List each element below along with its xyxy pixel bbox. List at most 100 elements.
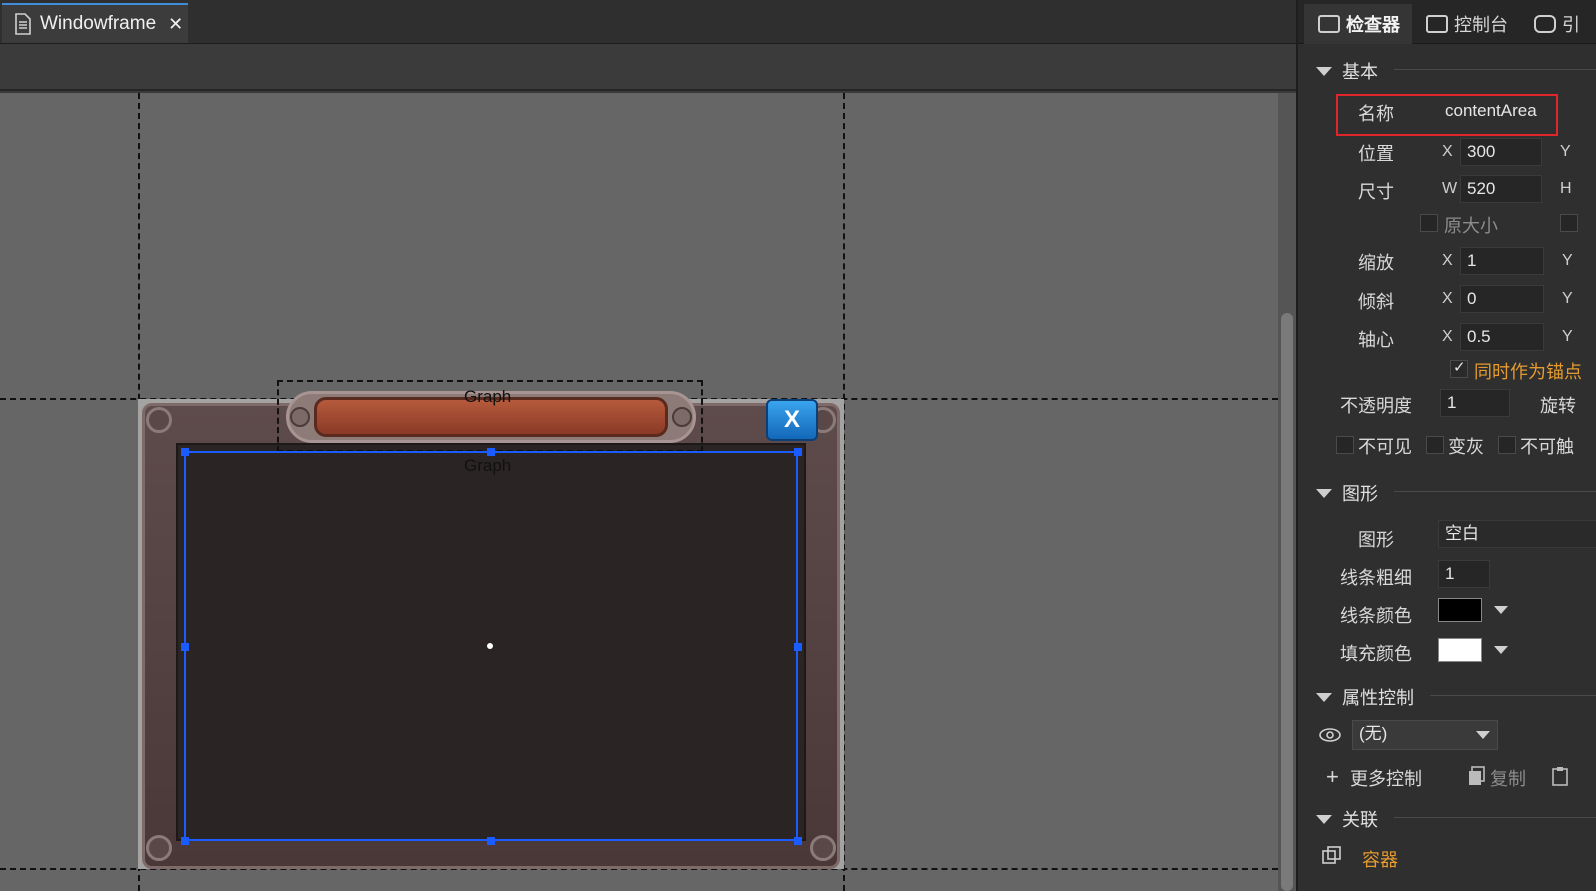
eye-icon[interactable] [1318, 726, 1342, 744]
relation-icon [1322, 846, 1341, 864]
container-link[interactable]: 容器 [1362, 846, 1398, 872]
section-title: 关联 [1342, 810, 1378, 830]
axis-label: H [1560, 180, 1572, 197]
shape-dropdown[interactable]: 空白 [1438, 520, 1596, 548]
pivot-label: 轴心 [1358, 330, 1394, 350]
pivot-point[interactable] [487, 643, 493, 649]
close-icon[interactable]: ✕ [168, 14, 183, 35]
anchor-label: 同时作为锚点 [1474, 362, 1582, 382]
chevron-down-icon[interactable] [1494, 646, 1508, 654]
tab-title: Windowframe [40, 13, 157, 34]
section-property-control[interactable]: 属性控制 [1316, 684, 1414, 710]
tab-reference[interactable]: 引 [1520, 4, 1596, 44]
inspector-panel: 检查器 控制台 引 基本 名称 contentArea 位置 X 300 Y 尺… [1296, 0, 1596, 891]
resize-handle-b[interactable] [487, 837, 495, 845]
corner-ornament [146, 835, 172, 861]
position-x-field[interactable]: 300 [1460, 138, 1542, 166]
fill-color-swatch[interactable] [1438, 638, 1482, 662]
reference-icon [1534, 15, 1556, 33]
section-graph[interactable]: 图形 [1316, 480, 1378, 506]
section-relation[interactable]: 关联 [1316, 806, 1378, 832]
axis-label: X [1442, 328, 1453, 345]
chevron-down-icon [1316, 66, 1332, 76]
corner-ornament [810, 835, 836, 861]
axis-label: Y [1562, 290, 1573, 307]
invisible-checkbox[interactable] [1336, 436, 1354, 454]
size-label: 尺寸 [1358, 182, 1394, 202]
rotation-label: 旋转 [1540, 396, 1576, 416]
original-size-checkbox[interactable] [1420, 214, 1438, 232]
document-icon [15, 13, 31, 35]
resize-handle-bl[interactable] [181, 837, 189, 845]
window-close-button[interactable]: X [766, 399, 818, 441]
skew-label: 倾斜 [1358, 292, 1394, 312]
line-width-label: 线条粗细 [1340, 568, 1412, 588]
opacity-field[interactable]: 1 [1440, 389, 1510, 417]
original-size-label: 原大小 [1444, 216, 1498, 236]
chevron-down-icon [1316, 814, 1332, 824]
inspector-tabbar: 检查器 控制台 引 [1298, 0, 1596, 44]
document-tabbar: Windowframe ✕ [0, 0, 1296, 44]
chevron-down-icon[interactable] [1494, 606, 1508, 614]
stage-canvas[interactable]: X Graph Graph [0, 93, 1278, 891]
untouchable-label: 不可触 [1520, 437, 1574, 457]
divider [1394, 69, 1596, 70]
divider [1430, 695, 1596, 696]
app-root: Windowframe ✕ X Graph Graph 检查器 控制台 引 基本… [0, 0, 1596, 891]
tab-inspector[interactable]: 检查器 [1304, 4, 1412, 44]
resize-handle-tr[interactable] [794, 448, 802, 456]
resize-handle-r[interactable] [794, 643, 802, 651]
section-basic[interactable]: 基本 [1316, 58, 1378, 84]
anchor-checkbox[interactable] [1450, 358, 1468, 378]
resize-handle-l[interactable] [181, 643, 189, 651]
divider [1394, 817, 1596, 818]
divider [1394, 491, 1596, 492]
axis-label: X [1442, 143, 1453, 160]
line-color-label: 线条颜色 [1340, 606, 1412, 626]
shape-label: 图形 [1358, 530, 1394, 550]
scale-label: 缩放 [1358, 253, 1394, 273]
copy-icon[interactable] [1468, 766, 1486, 786]
chevron-down-icon [1316, 488, 1332, 498]
opacity-label: 不透明度 [1340, 396, 1412, 416]
size-w-field[interactable]: 520 [1460, 175, 1542, 203]
paste-icon[interactable] [1552, 766, 1570, 786]
skew-x-field[interactable]: 0 [1460, 285, 1544, 313]
untouchable-checkbox[interactable] [1498, 436, 1516, 454]
console-icon [1426, 15, 1448, 33]
name-label: 名称 [1358, 104, 1394, 124]
tab-label: 控制台 [1454, 15, 1508, 35]
axis-label: X [1442, 290, 1453, 307]
resize-handle-tl[interactable] [181, 448, 189, 456]
section-title: 图形 [1342, 484, 1378, 504]
chevron-down-icon [1476, 731, 1490, 739]
keep-ratio-checkbox[interactable] [1560, 214, 1578, 232]
axis-label: X [1442, 252, 1453, 269]
axis-label: Y [1562, 252, 1573, 269]
canvas-scrollbar[interactable] [1278, 93, 1296, 891]
position-label: 位置 [1358, 144, 1394, 164]
line-width-field[interactable]: 1 [1438, 560, 1490, 588]
axis-label: W [1442, 180, 1458, 197]
tab-console[interactable]: 控制台 [1412, 4, 1520, 44]
copy-button[interactable]: 复制 [1490, 765, 1526, 791]
plus-icon[interactable]: + [1326, 764, 1339, 790]
invisible-label: 不可见 [1358, 437, 1412, 457]
scale-x-field[interactable]: 1 [1460, 247, 1544, 275]
editor-area: Windowframe ✕ X Graph Graph [0, 0, 1296, 891]
scrollbar-thumb[interactable] [1281, 313, 1293, 891]
gray-checkbox[interactable] [1426, 436, 1444, 454]
tab-windowframe[interactable]: Windowframe ✕ [2, 3, 188, 43]
resize-handle-t[interactable] [487, 448, 495, 456]
resize-handle-br[interactable] [794, 837, 802, 845]
fill-color-label: 填充颜色 [1340, 644, 1412, 664]
axis-label: Y [1560, 143, 1571, 160]
editor-toolbar [0, 45, 1296, 91]
section-title: 基本 [1342, 62, 1378, 82]
line-color-swatch[interactable] [1438, 598, 1482, 622]
tab-label: 引 [1562, 15, 1580, 35]
pivot-x-field[interactable]: 0.5 [1460, 323, 1544, 351]
gray-label: 变灰 [1448, 437, 1484, 457]
more-control-link[interactable]: 更多控制 [1350, 765, 1422, 791]
name-field[interactable]: contentArea [1438, 97, 1556, 125]
